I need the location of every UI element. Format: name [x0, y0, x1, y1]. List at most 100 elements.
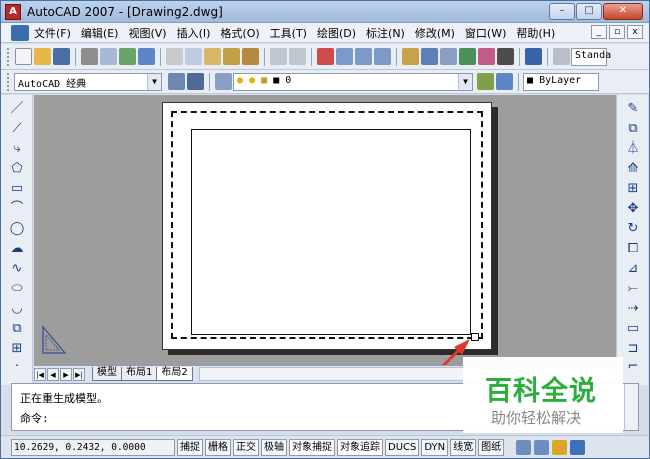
print-preview-icon[interactable] — [100, 48, 117, 65]
cut-icon[interactable] — [166, 48, 183, 65]
menu-insert[interactable]: 插入(I) — [172, 25, 216, 41]
new-file-icon[interactable] — [15, 48, 32, 65]
close-button[interactable]: ✕ — [603, 3, 643, 20]
prev-tab-button[interactable]: ◀ — [47, 368, 59, 381]
first-tab-button[interactable]: |◀ — [34, 368, 46, 381]
lock-icon[interactable] — [552, 439, 568, 455]
toolbar-grip[interactable] — [7, 72, 10, 91]
redo-icon[interactable] — [289, 48, 306, 65]
pan-icon[interactable] — [317, 48, 334, 65]
join-icon[interactable]: ⊐ — [625, 341, 641, 357]
menu-modify[interactable]: 修改(M) — [410, 25, 460, 41]
clean-screen-icon[interactable] — [570, 439, 586, 455]
osnap-toggle[interactable]: 对象捕捉 — [289, 438, 335, 456]
ellipse-icon[interactable]: ⬭ — [9, 281, 25, 297]
title-bar[interactable]: A AutoCAD 2007 - [Drawing2.dwg] – □ ✕ — [1, 1, 649, 23]
revision-cloud-icon[interactable]: ☁ — [9, 241, 25, 257]
make-block-icon[interactable]: ⊞ — [9, 341, 25, 357]
print-icon[interactable] — [81, 48, 98, 65]
otrack-toggle[interactable]: 对象追踪 — [337, 438, 383, 456]
copy-icon[interactable] — [185, 48, 202, 65]
layout-viewport[interactable] — [191, 129, 471, 335]
next-tab-button[interactable]: ▶ — [60, 368, 72, 381]
publish-icon[interactable] — [119, 48, 136, 65]
drawing-canvas[interactable] — [34, 95, 616, 365]
zoom-previous-icon[interactable] — [374, 48, 391, 65]
lineweight-toggle[interactable]: 线宽 — [450, 438, 477, 456]
polar-toggle[interactable]: 极轴 — [261, 438, 287, 456]
tool-palettes-icon[interactable] — [440, 48, 457, 65]
rectangle-icon[interactable]: ▭ — [9, 181, 25, 197]
layer-manager-icon[interactable] — [215, 73, 232, 90]
menu-view[interactable]: 视图(V) — [123, 25, 171, 41]
menu-window[interactable]: 窗口(W) — [460, 25, 511, 41]
chamfer-icon[interactable]: ⌐ — [625, 359, 641, 375]
tab-layout1[interactable]: 布局1 — [121, 367, 158, 381]
erase-icon[interactable]: ✎ — [625, 101, 641, 117]
menu-format[interactable]: 格式(O) — [215, 25, 264, 41]
calculator-icon[interactable] — [497, 48, 514, 65]
make-layer-current-icon[interactable] — [477, 73, 494, 90]
break-icon[interactable]: ▭ — [625, 321, 641, 337]
last-tab-button[interactable]: ▶| — [73, 368, 85, 381]
rotate-icon[interactable]: ↻ — [625, 221, 641, 237]
doc-minimize-button[interactable]: _ — [591, 25, 607, 39]
markup-icon[interactable] — [478, 48, 495, 65]
paper-model-toggle[interactable]: 图纸 — [478, 438, 505, 456]
offset-icon[interactable]: ⟰ — [625, 161, 641, 177]
insert-block-icon[interactable]: ⧉ — [9, 321, 25, 337]
zoom-realtime-icon[interactable] — [336, 48, 353, 65]
stretch-icon[interactable]: ⊿ — [625, 261, 641, 277]
menu-help[interactable]: 帮助(H) — [511, 25, 560, 41]
menu-dimension[interactable]: 标注(N) — [361, 25, 410, 41]
publish-web-icon[interactable] — [138, 48, 155, 65]
extend-icon[interactable]: ⇢ — [625, 301, 641, 317]
point-icon[interactable]: · — [9, 359, 25, 375]
undo-icon[interactable] — [270, 48, 287, 65]
grid-toggle[interactable]: 栅格 — [205, 438, 231, 456]
layer-previous-icon[interactable] — [496, 73, 513, 90]
toolbar-grip[interactable] — [7, 47, 10, 66]
block-editor-icon[interactable] — [242, 48, 259, 65]
text-style-icon[interactable] — [553, 48, 570, 65]
layer-select[interactable]: ● ● ■ ■ 0 ▼ — [233, 72, 473, 91]
spline-icon[interactable]: ∿ — [9, 261, 25, 277]
properties-icon[interactable] — [402, 48, 419, 65]
text-style-select[interactable]: Standa — [571, 47, 611, 66]
viewport-icon[interactable] — [516, 439, 532, 455]
command-scrollbar[interactable] — [624, 384, 638, 430]
tab-layout2[interactable]: 布局2 — [156, 367, 193, 381]
save-icon[interactable] — [53, 48, 70, 65]
ducs-toggle[interactable]: DUCS — [385, 438, 420, 456]
maximize-button[interactable]: □ — [576, 3, 602, 20]
polyline-icon[interactable]: ⤷ — [9, 141, 25, 157]
dyn-toggle[interactable]: DYN — [421, 438, 449, 456]
menu-draw[interactable]: 绘图(D) — [312, 25, 361, 41]
arc-icon[interactable]: ⌒ — [9, 201, 25, 217]
document-icon[interactable] — [11, 24, 29, 41]
menu-file[interactable]: 文件(F) — [29, 25, 76, 41]
line-icon[interactable]: ／ — [9, 101, 25, 117]
ellipse-arc-icon[interactable]: ◡ — [9, 301, 25, 317]
workspace-select[interactable]: AutoCAD 经典 ▼ — [14, 72, 162, 91]
design-center-icon[interactable] — [421, 48, 438, 65]
sheet-set-icon[interactable] — [459, 48, 476, 65]
move-icon[interactable]: ✥ — [625, 201, 641, 217]
annotation-scale-icon[interactable] — [534, 439, 550, 455]
construction-line-icon[interactable]: ⟋ — [9, 121, 25, 137]
polygon-icon[interactable]: ⬠ — [9, 161, 25, 177]
ortho-toggle[interactable]: 正交 — [233, 438, 259, 456]
menu-tools[interactable]: 工具(T) — [265, 25, 312, 41]
tab-model[interactable]: 模型 — [92, 367, 122, 381]
my-workspace-icon[interactable] — [187, 73, 204, 90]
array-icon[interactable]: ⊞ — [625, 181, 641, 197]
snap-toggle[interactable]: 捕捉 — [177, 438, 203, 456]
match-properties-icon[interactable] — [223, 48, 240, 65]
doc-close-button[interactable]: x — [627, 25, 643, 39]
zoom-window-icon[interactable] — [355, 48, 372, 65]
open-folder-icon[interactable] — [34, 48, 51, 65]
color-select[interactable]: ■ ByLayer — [523, 72, 599, 91]
help-icon[interactable] — [525, 48, 542, 65]
trim-icon[interactable]: ⤚ — [625, 281, 641, 297]
mirror-icon[interactable]: ⏃ — [625, 141, 641, 157]
